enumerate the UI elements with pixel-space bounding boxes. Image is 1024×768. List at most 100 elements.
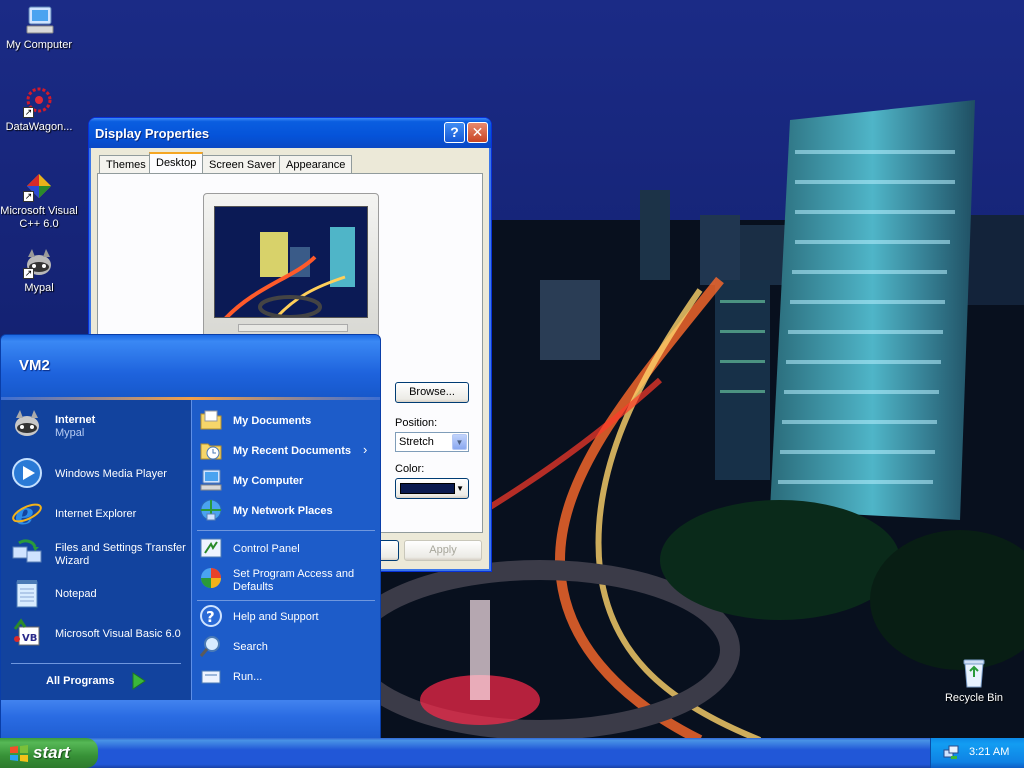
desktop-icon-label: Microsoft Visual C++ 6.0	[0, 205, 78, 230]
start-item-sublabel: Defaults	[233, 581, 274, 593]
clock[interactable]: 3:21 AM	[969, 746, 1009, 758]
desktop-icon-recycle-bin[interactable]: Recycle Bin	[935, 657, 1013, 705]
svg-text:?: ?	[206, 608, 215, 626]
chevron-down-icon: ▼	[456, 484, 464, 493]
color-label: Color:	[395, 463, 425, 475]
arrow-right-icon	[132, 672, 146, 694]
desktop-icon-label: Mypal	[24, 282, 54, 294]
svg-text:VB: VB	[22, 633, 37, 644]
start-item-my-documents[interactable]: My Documents	[199, 408, 377, 434]
start-item-label: Set Program Access and	[233, 568, 355, 580]
window-title: Display Properties	[95, 126, 210, 141]
start-item-control-panel[interactable]: Control Panel	[199, 536, 377, 562]
start-item-visual-basic[interactable]: VB Microsoft Visual Basic 6.0	[11, 617, 189, 651]
search-icon	[199, 634, 223, 658]
submenu-arrow-icon: ›	[363, 442, 368, 457]
start-menu: VM2 Internet Mypal Windows Media Player …	[0, 334, 381, 740]
window-title-bar[interactable]: Display Properties	[89, 118, 491, 148]
start-item-notepad[interactable]: Notepad	[11, 577, 181, 611]
start-item-run[interactable]: Run...	[199, 664, 377, 690]
start-item-label: My Recent Documents	[233, 445, 351, 457]
start-item-label: My Computer	[233, 475, 304, 487]
start-item-label: Help and Support	[233, 611, 319, 623]
start-item-my-computer[interactable]: My Computer	[199, 468, 377, 494]
desktop-icon-label: DataWagon...	[5, 121, 73, 133]
help-icon: ?	[199, 604, 223, 628]
start-item-recent-documents[interactable]: My Recent Documents ›	[199, 438, 377, 464]
color-picker-button[interactable]: ▼	[395, 478, 469, 499]
system-tray: 3:21 AM	[930, 738, 1024, 768]
desktop-icon-mypal[interactable]: ↗ Mypal	[0, 247, 78, 295]
color-swatch	[400, 483, 455, 494]
my-computer-icon	[199, 468, 223, 492]
monitor-stand	[238, 324, 348, 332]
right-separator	[197, 600, 375, 601]
desktop-icon-datawagon[interactable]: ↗ DataWagon...	[0, 86, 78, 134]
start-label: start	[33, 743, 70, 762]
start-item-label: Control Panel	[233, 543, 300, 555]
network-places-icon	[199, 498, 223, 522]
tab-themes[interactable]: Themes	[99, 155, 153, 174]
all-programs-button[interactable]: All Programs	[46, 672, 156, 692]
start-item-transfer-wizard[interactable]: Files and Settings Transfer Wizard	[11, 537, 189, 571]
datawagon-icon: ↗	[23, 86, 55, 118]
help-button[interactable]: ?	[444, 122, 465, 143]
start-item-network-places[interactable]: My Network Places	[199, 498, 377, 524]
tab-screen-saver[interactable]: Screen Saver	[202, 155, 283, 174]
start-item-label: Search	[233, 641, 268, 653]
start-item-program-access[interactable]: Set Program Access and Defaults	[199, 566, 377, 594]
visual-cpp-icon: ↗	[23, 170, 55, 202]
run-icon	[199, 664, 223, 688]
start-button[interactable]: start	[0, 738, 98, 768]
apply-button[interactable]: Apply	[404, 540, 482, 561]
position-value: Stretch	[399, 436, 434, 448]
network-tray-icon[interactable]	[943, 744, 959, 763]
start-item-search[interactable]: Search	[199, 634, 377, 660]
svg-text:e: e	[15, 497, 34, 529]
start-item-media-player[interactable]: Windows Media Player	[11, 457, 181, 491]
mypal-icon	[11, 408, 43, 440]
mypal-icon: ↗	[23, 247, 55, 279]
start-item-internet-explorer[interactable]: e Internet Explorer	[11, 497, 181, 532]
start-item-label: Internet	[55, 414, 96, 426]
taskbar: start 3:21 AM	[0, 738, 1024, 768]
notepad-icon	[11, 577, 43, 609]
close-button[interactable]: ✕	[467, 122, 488, 143]
left-separator	[11, 663, 181, 664]
tab-desktop[interactable]: Desktop	[149, 152, 204, 175]
start-item-label: Files and Settings Transfer	[55, 542, 186, 554]
start-menu-footer	[1, 700, 380, 739]
recent-documents-icon	[199, 438, 223, 462]
start-item-label: Run...	[233, 671, 263, 683]
my-computer-icon	[23, 4, 55, 36]
internet-explorer-icon: e	[11, 497, 43, 532]
start-item-sublabel: Mypal	[55, 427, 85, 439]
windows-logo-icon	[9, 745, 29, 767]
wallpaper-preview	[214, 206, 368, 318]
start-item-internet[interactable]: Internet Mypal	[11, 408, 181, 442]
desktop-icon-label: Recycle Bin	[944, 692, 1004, 704]
position-label: Position:	[395, 417, 438, 429]
start-menu-header: VM2	[1, 335, 380, 399]
desktop-icon-my-computer[interactable]: My Computer	[0, 4, 78, 52]
position-select[interactable]: Stretch ▼	[395, 432, 469, 452]
right-separator	[197, 530, 375, 531]
start-item-label: My Network Places	[233, 505, 333, 517]
start-item-label: My Documents	[233, 415, 312, 427]
shortcut-arrow-icon: ↗	[23, 268, 34, 279]
desktop-icon-visual-cpp[interactable]: ↗ Microsoft Visual C++ 6.0	[0, 170, 78, 231]
browse-button[interactable]: Browse...	[395, 382, 469, 403]
visual-basic-icon: VB	[11, 617, 43, 649]
start-item-help-support[interactable]: ? Help and Support	[199, 604, 377, 630]
media-player-icon	[11, 457, 43, 489]
start-item-sublabel: Wizard	[55, 555, 90, 567]
transfer-wizard-icon	[11, 537, 43, 569]
user-name: VM2	[19, 357, 50, 374]
chevron-down-icon[interactable]: ▼	[452, 434, 467, 450]
start-item-label: Internet Explorer	[55, 508, 137, 520]
shortcut-arrow-icon: ↗	[23, 107, 34, 118]
tab-appearance[interactable]: Appearance	[279, 155, 353, 174]
start-item-label: Notepad	[55, 588, 97, 600]
start-item-label: Windows Media Player	[55, 468, 167, 480]
recycle-bin-icon	[958, 657, 990, 689]
